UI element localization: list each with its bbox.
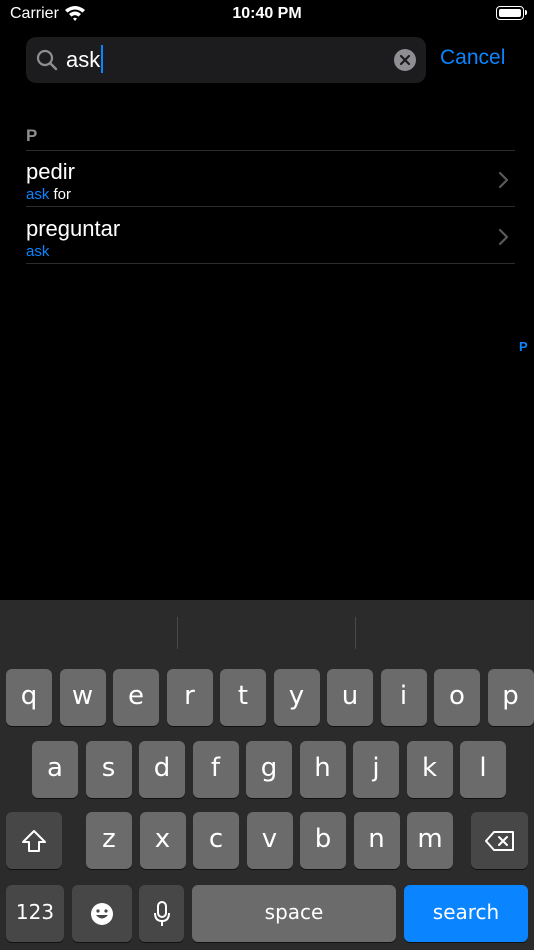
result-translation: ask	[26, 243, 49, 260]
key-c[interactable]: c	[193, 812, 239, 869]
key-r[interactable]: r	[166, 669, 213, 726]
match-highlight: ask	[26, 243, 50, 260]
translation-rest: for	[49, 186, 72, 203]
numbers-key[interactable]: 123	[6, 885, 64, 942]
key-e[interactable]: e	[113, 669, 159, 726]
result-title: pedir	[26, 159, 75, 184]
match-highlight: ask	[26, 186, 50, 203]
key-a[interactable]: a	[32, 741, 78, 798]
key-h[interactable]: h	[299, 741, 346, 798]
key-v[interactable]: v	[246, 812, 293, 869]
clear-icon[interactable]	[394, 49, 416, 71]
shift-key[interactable]	[6, 812, 62, 869]
search-field[interactable]: ask	[26, 37, 426, 83]
delete-key[interactable]	[471, 812, 528, 869]
battery-icon	[496, 6, 527, 20]
result-row-preguntar[interactable]: preguntar ask	[0, 208, 534, 264]
keyboard: qwertyuiop asdfghjkl zxcvbnm 123 space s…	[0, 600, 534, 950]
suggestion-divider	[355, 617, 356, 649]
key-s[interactable]: s	[85, 741, 132, 798]
key-d[interactable]: d	[139, 741, 185, 798]
search-query: ask	[66, 47, 101, 72]
search-input[interactable]: ask	[66, 37, 104, 83]
key-f[interactable]: f	[192, 741, 239, 798]
clock: 10:40 PM	[232, 5, 302, 22]
key-l[interactable]: l	[460, 741, 506, 798]
result-row-pedir[interactable]: pedir ask for	[0, 151, 534, 207]
delete-icon	[484, 830, 514, 851]
section-index-letter[interactable]: P	[519, 339, 528, 354]
key-q[interactable]: q	[6, 669, 52, 726]
dictation-key[interactable]	[139, 885, 184, 942]
key-w[interactable]: w	[59, 669, 106, 726]
result-title: preguntar	[26, 216, 121, 241]
search-key[interactable]: search	[404, 885, 528, 942]
microphone-icon	[153, 900, 170, 926]
cancel-button[interactable]: Cancel	[440, 46, 505, 70]
text-caret	[101, 45, 104, 74]
chevron-right-icon	[498, 171, 509, 189]
section-header: P	[26, 126, 38, 145]
status-bar: Carrier 10:40 PM	[0, 0, 534, 30]
key-k[interactable]: k	[406, 741, 453, 798]
key-n[interactable]: n	[353, 812, 400, 869]
key-p[interactable]: p	[487, 669, 534, 726]
key-g[interactable]: g	[246, 741, 292, 798]
key-o[interactable]: o	[434, 669, 480, 726]
divider	[26, 206, 515, 207]
key-m[interactable]: m	[407, 812, 453, 869]
space-key[interactable]: space	[192, 885, 396, 942]
suggestion-divider	[177, 617, 178, 649]
key-t[interactable]: t	[220, 669, 266, 726]
shift-icon	[22, 829, 46, 852]
key-y[interactable]: y	[273, 669, 320, 726]
key-u[interactable]: u	[327, 669, 373, 726]
emoji-key[interactable]	[72, 885, 132, 942]
search-icon	[36, 49, 58, 71]
result-translation: ask for	[26, 186, 71, 203]
chevron-right-icon	[498, 228, 509, 246]
key-b[interactable]: b	[300, 812, 346, 869]
key-z[interactable]: z	[86, 812, 132, 869]
key-j[interactable]: j	[353, 741, 399, 798]
divider	[26, 263, 515, 264]
key-x[interactable]: x	[139, 812, 186, 869]
emoji-icon	[91, 902, 113, 925]
key-i[interactable]: i	[380, 669, 427, 726]
